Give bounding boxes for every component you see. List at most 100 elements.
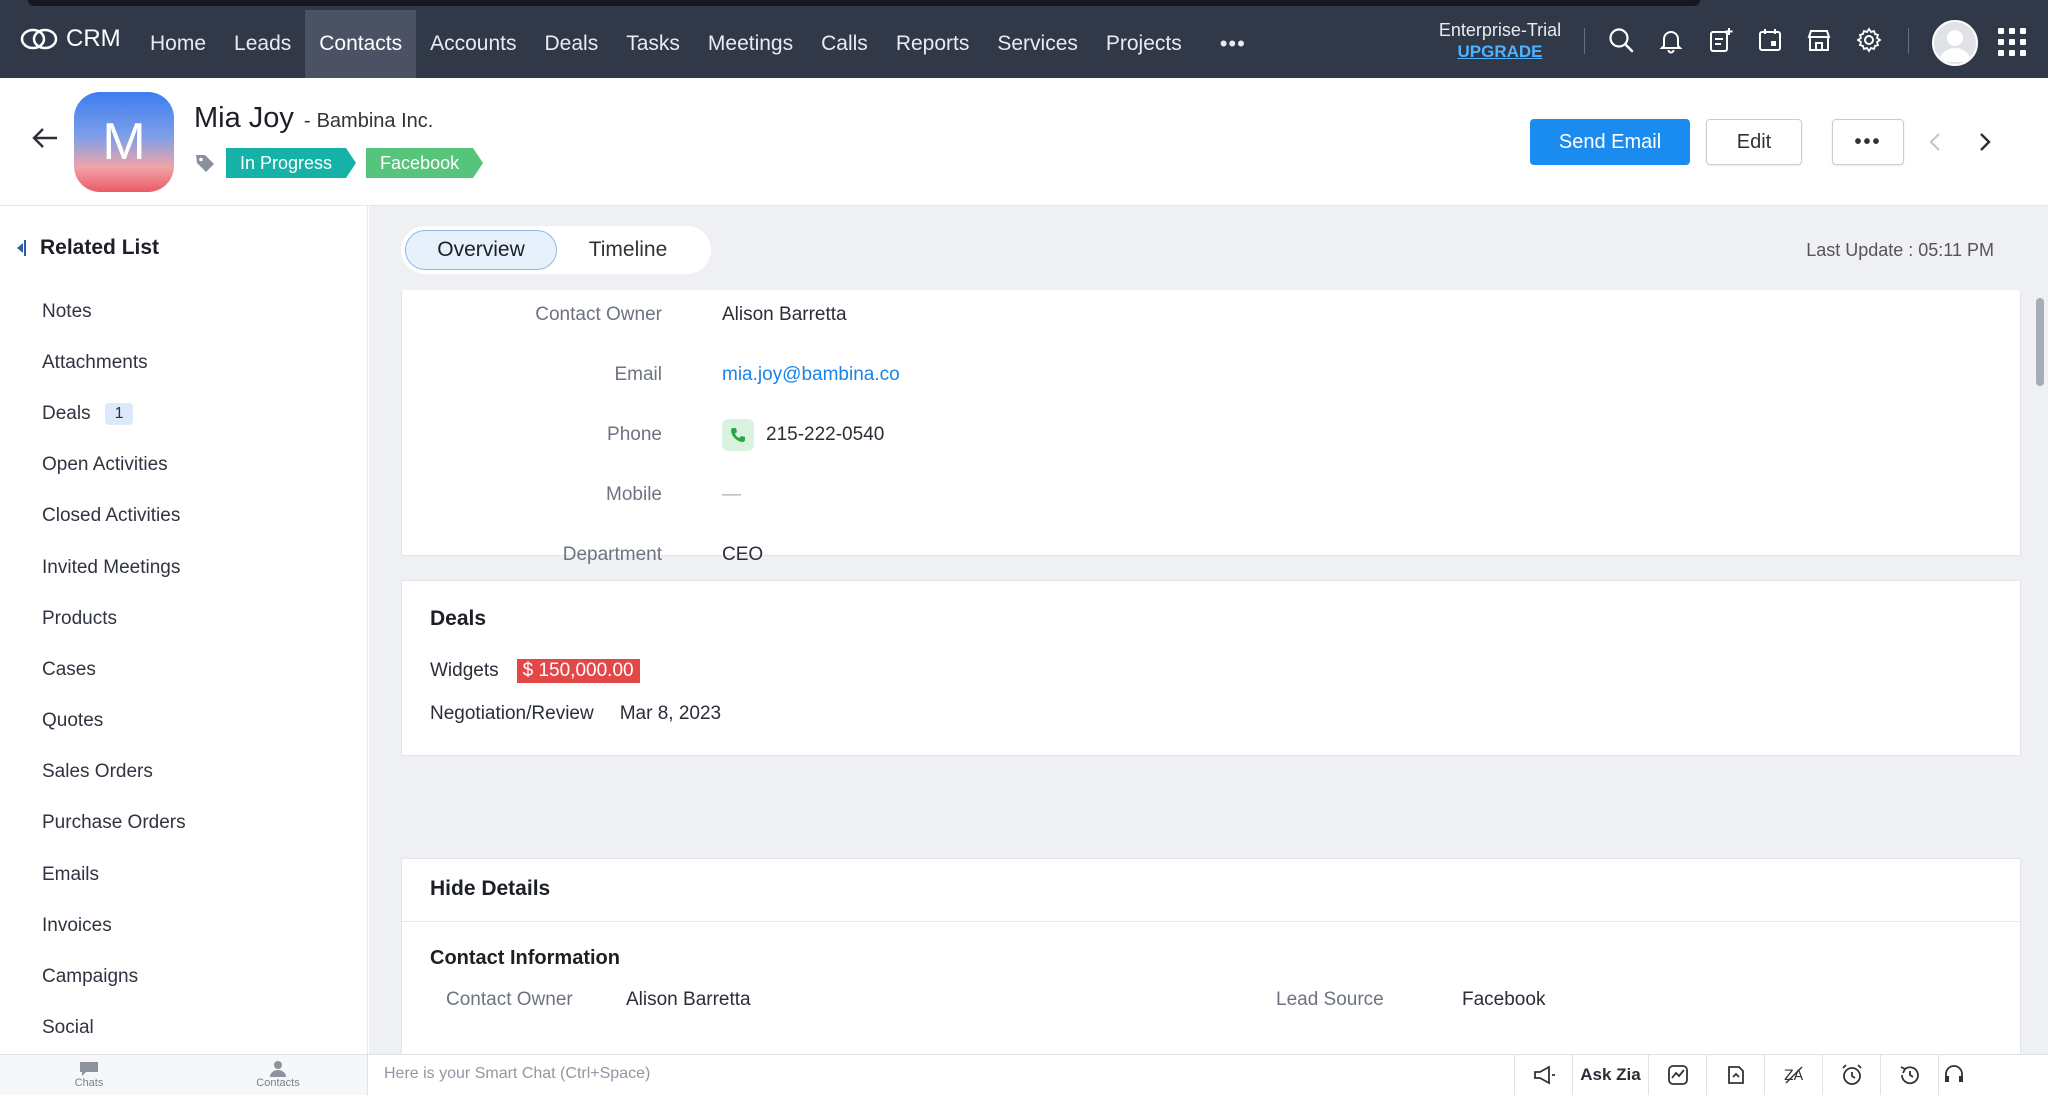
tag-icon[interactable] (194, 152, 216, 174)
related-list-toggle[interactable]: Related List (14, 236, 159, 260)
tag-facebook[interactable]: Facebook (366, 148, 484, 178)
phone-number[interactable]: 215-222-0540 (766, 424, 884, 446)
related-item-label: Notes (42, 300, 92, 322)
analytics-icon[interactable] (1648, 1055, 1706, 1095)
nav-contacts[interactable]: Contacts (305, 10, 417, 78)
related-deals[interactable]: Deals 1 (42, 388, 186, 439)
tag-in-progress[interactable]: In Progress (226, 148, 357, 178)
related-quotes[interactable]: Quotes (42, 696, 186, 747)
related-item-label: Sales Orders (42, 761, 153, 783)
company-prefix: - (303, 110, 311, 132)
alarm-clock-icon[interactable] (1822, 1055, 1880, 1095)
chats-app[interactable]: Chats (54, 1059, 124, 1089)
tab-timeline[interactable]: Timeline (557, 230, 699, 270)
field-department: Department CEO (402, 540, 2020, 570)
nav-accounts[interactable]: Accounts (416, 10, 530, 78)
deal-name-link[interactable]: Widgets (430, 660, 499, 682)
deal-stage-row: Negotiation/Review Mar 8, 2023 (430, 703, 721, 725)
related-invoices[interactable]: Invoices (42, 900, 186, 951)
related-cases[interactable]: Cases (42, 644, 186, 695)
contact-name: Mia Joy (194, 102, 294, 134)
ask-zia-button[interactable]: Ask Zia (1572, 1055, 1648, 1095)
smart-chat-input[interactable]: Here is your Smart Chat (Ctrl+Space) (384, 1065, 650, 1083)
related-products[interactable]: Products (42, 593, 186, 644)
related-purchase-orders[interactable]: Purchase Orders (42, 798, 186, 849)
nav-projects[interactable]: Projects (1092, 10, 1196, 78)
lead-source-label: Lead Source (1276, 989, 1384, 1010)
nav-calls[interactable]: Calls (807, 10, 882, 78)
related-notes[interactable]: Notes (42, 286, 186, 337)
lead-source-value: Facebook (1462, 989, 1546, 1010)
email-link[interactable]: mia.joy@bambina.co (722, 364, 900, 386)
contact-owner-value[interactable]: Alison Barretta (722, 304, 847, 326)
related-item-label: Invited Meetings (42, 556, 181, 578)
deals-title: Deals (430, 607, 487, 630)
phone-icon[interactable] (722, 419, 754, 451)
chat-bubble-icon (80, 1062, 98, 1076)
tag-row: In Progress Facebook (194, 148, 484, 178)
related-social[interactable]: Social (42, 1003, 186, 1054)
history-icon[interactable] (1880, 1055, 1938, 1095)
previous-record-icon[interactable] (1922, 128, 1950, 156)
nav-leads[interactable]: Leads (220, 10, 305, 78)
field-mobile: Mobile — (402, 480, 2020, 510)
bottom-bar: Chats Contacts Here is your Smart Chat (… (0, 1054, 2048, 1095)
related-list-sidebar: Related List Notes Attachments Deals 1 Op… (0, 206, 368, 1054)
phone-value-group: 215-222-0540 (722, 419, 884, 451)
field-label: Email (614, 364, 662, 385)
calendar-icon[interactable] (1755, 25, 1785, 55)
content-scrollbar[interactable] (2036, 298, 2044, 386)
workflow-icon[interactable] (1706, 1055, 1764, 1095)
department-value: CEO (722, 544, 764, 565)
related-item-label: Quotes (42, 710, 104, 732)
related-open-activities[interactable]: Open Activities (42, 440, 186, 491)
next-record-icon[interactable] (1970, 128, 1998, 156)
contacts-person-icon (270, 1061, 286, 1077)
nav-tasks[interactable]: Tasks (612, 10, 694, 78)
related-item-label: Products (42, 607, 117, 629)
nav-reports[interactable]: Reports (882, 10, 984, 78)
contact-avatar[interactable]: M (74, 92, 174, 192)
crm-logo[interactable]: CRM (20, 22, 121, 56)
user-avatar[interactable] (1932, 20, 1978, 66)
upgrade-link[interactable]: UPGRADE (1424, 41, 1576, 62)
marketplace-icon[interactable] (1804, 25, 1834, 55)
support-icon[interactable] (1938, 1055, 1968, 1095)
nav-meetings[interactable]: Meetings (694, 10, 807, 78)
module-tabs: Home Leads Contacts Accounts Deals Tasks… (136, 10, 1270, 78)
search-icon[interactable] (1606, 25, 1636, 55)
apps-grid-icon[interactable] (1998, 28, 2026, 56)
related-campaigns[interactable]: Campaigns (42, 951, 186, 1002)
related-item-label: Purchase Orders (42, 812, 186, 834)
edit-button[interactable]: Edit (1706, 119, 1802, 165)
nav-more-button[interactable]: ••• (1196, 10, 1270, 78)
collapse-sidebar-icon[interactable] (14, 238, 26, 258)
mobile-value: — (722, 484, 741, 505)
related-emails[interactable]: Emails (42, 849, 186, 900)
related-closed-activities[interactable]: Closed Activities (42, 491, 186, 542)
settings-icon[interactable] (1854, 25, 1884, 55)
add-note-icon[interactable] (1705, 25, 1735, 55)
send-email-button[interactable]: Send Email (1530, 119, 1690, 165)
hide-details-toggle[interactable]: Hide Details (430, 877, 550, 901)
tab-overview[interactable]: Overview (405, 230, 557, 270)
overview-card: Contact Owner Alison Barretta Email mia.… (401, 290, 2021, 565)
back-arrow-icon[interactable] (30, 123, 60, 153)
view-tabs: Overview Timeline (401, 226, 711, 274)
contact-owner-detail[interactable]: Alison Barretta (626, 989, 751, 1011)
translate-icon[interactable]: ZA (1764, 1055, 1822, 1095)
related-attachments[interactable]: Attachments (42, 337, 186, 388)
divider (402, 921, 2020, 922)
related-invited-meetings[interactable]: Invited Meetings (42, 542, 186, 593)
divider (1908, 28, 1909, 54)
announcement-icon[interactable] (1514, 1055, 1572, 1095)
related-sales-orders[interactable]: Sales Orders (42, 747, 186, 798)
nav-deals[interactable]: Deals (531, 10, 613, 78)
more-actions-button[interactable]: ••• (1832, 119, 1904, 165)
company-name[interactable]: Bambina Inc. (317, 110, 434, 133)
record-title: Mia Joy - Bambina Inc. (194, 102, 433, 135)
bell-icon[interactable] (1656, 25, 1686, 55)
contacts-app[interactable]: Contacts (243, 1059, 313, 1089)
nav-home[interactable]: Home (136, 10, 220, 78)
nav-services[interactable]: Services (983, 10, 1092, 78)
